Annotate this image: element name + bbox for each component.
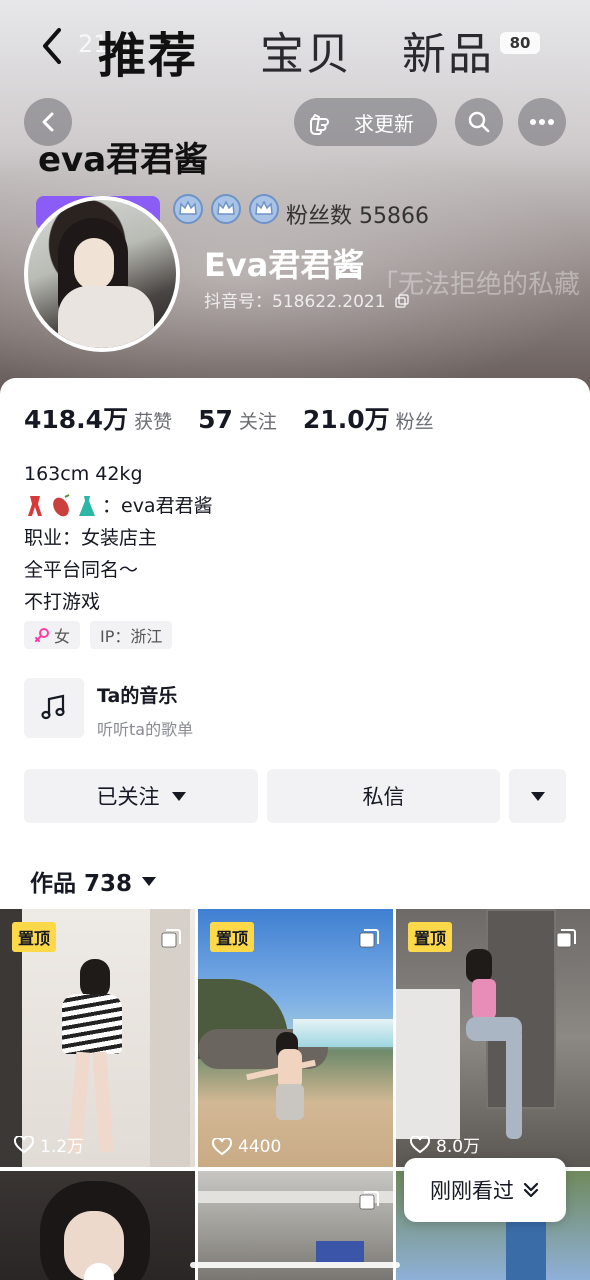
- stat-fans-value: 21.0万: [302, 405, 390, 434]
- pinned-badge: 置顶: [12, 922, 57, 952]
- display-name: Eva君君酱: [204, 246, 365, 284]
- more-actions-button[interactable]: [509, 769, 566, 823]
- bio-line: 不打游戏: [24, 591, 101, 613]
- bio-handle: ：eva君君酱: [102, 495, 213, 517]
- like-count-value: 1.2万: [40, 1137, 85, 1157]
- stat-following-label: 关注: [238, 411, 277, 433]
- works-tab[interactable]: 作品 738: [30, 864, 157, 898]
- caret-down-icon: [142, 876, 157, 886]
- heart-icon: [410, 1135, 430, 1153]
- search-icon: [468, 111, 490, 133]
- request-update-label: 求更新: [354, 111, 414, 136]
- video-thumbnail[interactable]: 置顶 1.2万: [0, 909, 195, 1167]
- following-button[interactable]: 已关注: [24, 769, 258, 823]
- profile-tags: 女 IP：浙江: [24, 621, 173, 649]
- like-count-value: 8.0万: [436, 1137, 481, 1157]
- crown-icon: [211, 194, 241, 224]
- recently-viewed-button[interactable]: 刚刚看过: [404, 1158, 566, 1222]
- sweet-potato-emoji-icon: [53, 494, 70, 517]
- music-subtitle: 听听ta的歌单: [97, 720, 194, 739]
- stat-likes-value: 418.4万: [24, 405, 129, 434]
- music-note-icon: [24, 678, 84, 738]
- fans-count-top: 粉丝数 55866: [286, 204, 429, 229]
- stat-fans-label: 粉丝: [395, 411, 434, 433]
- top-tab-bar: 21:5 推荐 宝贝 新品 80: [0, 0, 590, 95]
- heart-icon: [14, 1135, 34, 1153]
- heart-icon: [212, 1138, 232, 1156]
- copy-icon: [395, 294, 409, 308]
- caret-down-icon: [171, 791, 186, 801]
- like-count: 8.0万: [410, 1132, 480, 1157]
- search-button[interactable]: [455, 98, 503, 146]
- stat-likes: 418.4万 获赞: [24, 400, 172, 436]
- works-grid: 置顶 1.2万 置顶 4400 置顶 8.0万: [0, 909, 590, 1280]
- message-button[interactable]: 私信: [267, 769, 500, 823]
- gender-label: 女: [54, 627, 71, 646]
- pointing-hand-icon: [310, 114, 329, 135]
- bio-line: 163cm 42kg: [24, 463, 143, 485]
- female-icon: [35, 628, 49, 642]
- battery-indicator: 80: [500, 32, 540, 54]
- back-arrow-icon[interactable]: [36, 24, 68, 68]
- nickname-title: eva君君酱: [38, 140, 209, 180]
- stat-following[interactable]: 57 关注: [198, 405, 277, 434]
- stat-likes-label: 获赞: [134, 411, 173, 433]
- multi-image-icon: [359, 1191, 379, 1210]
- works-label: 作品 738: [30, 871, 133, 897]
- avatar[interactable]: [24, 196, 180, 352]
- fan-level-badges: [172, 194, 280, 224]
- request-update-button[interactable]: 求更新: [294, 98, 437, 146]
- tab-recommend[interactable]: 推荐: [98, 16, 198, 86]
- stat-following-value: 57: [198, 405, 233, 434]
- douyin-id[interactable]: 抖音号：518622.2021: [204, 287, 409, 312]
- chevron-left-icon: [42, 112, 54, 132]
- bio-line: 全平台同名～: [24, 559, 139, 581]
- ip-tag: IP：浙江: [90, 621, 173, 649]
- caret-down-icon: [530, 791, 545, 801]
- like-count-value: 4400: [238, 1137, 282, 1157]
- message-label: 私信: [362, 785, 405, 809]
- dress-emoji-icon: [79, 496, 95, 516]
- home-indicator: [190, 1262, 400, 1268]
- music-title: Ta的音乐: [97, 685, 178, 707]
- double-chevron-down-icon: [523, 1182, 539, 1198]
- recently-viewed-label: 刚刚看过: [430, 1179, 514, 1203]
- pinned-badge: 置顶: [408, 922, 453, 952]
- gender-tag: 女: [24, 621, 81, 649]
- crown-icon: [249, 194, 279, 224]
- profile-stats: 418.4万 获赞 57 关注 21.0万 粉丝: [24, 400, 460, 436]
- like-count: 1.2万: [14, 1132, 84, 1157]
- like-count: 4400: [212, 1137, 281, 1157]
- multi-image-icon: [161, 929, 181, 948]
- bio: 163cm 42kg ：eva君君酱 职业：女装店主 全平台同名～ 不打游戏: [24, 458, 213, 618]
- crown-icon: [173, 194, 203, 224]
- more-dots-icon: [530, 119, 554, 125]
- tab-products[interactable]: 宝贝: [260, 18, 352, 82]
- video-thumbnail[interactable]: [0, 1171, 195, 1280]
- douyin-id-text: 抖音号：518622.2021: [204, 292, 386, 312]
- multi-image-icon: [556, 929, 576, 948]
- more-button[interactable]: [518, 98, 566, 146]
- stat-fans[interactable]: 21.0万 粉丝: [303, 400, 434, 436]
- tab-new[interactable]: 新品: [402, 18, 494, 82]
- pinned-badge: 置顶: [210, 922, 255, 952]
- multi-image-icon: [359, 929, 379, 948]
- profile-actions: 已关注 私信: [24, 769, 566, 823]
- video-thumbnail[interactable]: 置顶 8.0万: [396, 909, 590, 1167]
- music-entry[interactable]: Ta的音乐 听听ta的歌单: [24, 678, 564, 740]
- following-label: 已关注: [96, 785, 160, 809]
- bio-line: 职业：女装店主: [24, 527, 158, 549]
- bio-line: ：eva君君酱: [24, 490, 213, 522]
- scarf-emoji-icon: [28, 496, 42, 516]
- video-thumbnail[interactable]: 置顶 4400: [198, 909, 393, 1167]
